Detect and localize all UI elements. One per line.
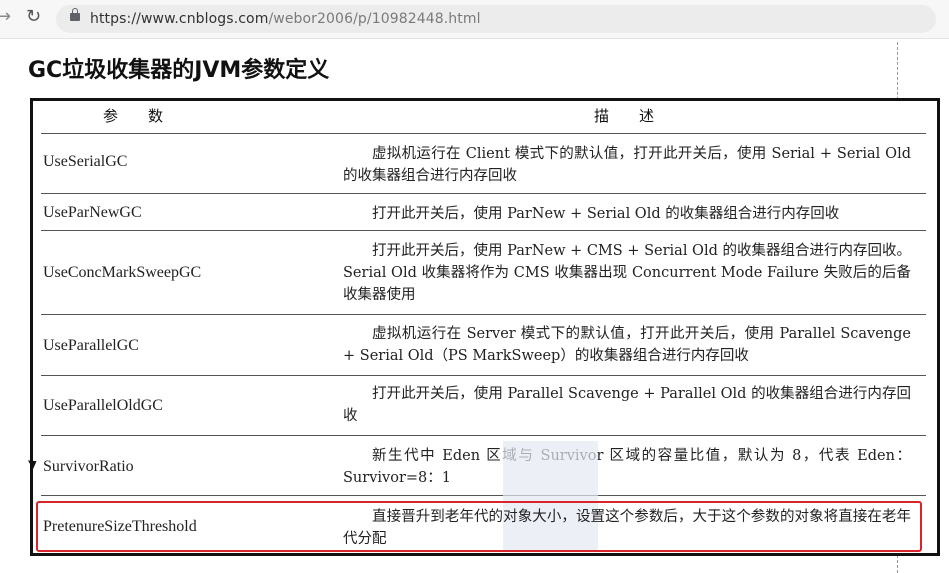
row-divider	[41, 230, 926, 231]
lock-icon	[70, 8, 80, 21]
header-desc: 描 述	[594, 107, 655, 125]
row-divider	[41, 193, 926, 194]
row-divider	[41, 375, 926, 376]
param-name: UseParallelOldGC	[43, 397, 163, 414]
param-name: UseParallelGC	[43, 337, 139, 354]
param-desc: 虚拟机运行在 Client 模式下的默认值，打开此开关后，使用 Serial +…	[343, 146, 911, 184]
row-divider	[41, 435, 926, 436]
reload-icon[interactable]: ↻	[26, 6, 41, 27]
header-param: 参 数	[103, 107, 164, 125]
gc-params-table: 参 数 描 述 UseSerialGC 虚拟机运行在 Client 模式下的默认…	[30, 98, 940, 556]
param-desc: 新生代中 Eden 区域与 Survivor 区域的容量比值，默认为 8，代表 …	[343, 448, 911, 486]
forward-arrow-icon[interactable]: →	[0, 6, 11, 27]
url-text[interactable]: https://www.cnblogs.com/webor2006/p/1098…	[90, 11, 481, 27]
row-divider	[41, 314, 926, 315]
url-path: /webor2006/p/10982448.html	[268, 11, 481, 27]
page-title: GC垃圾收集器的JVM参数定义	[28, 58, 330, 83]
highlight-box	[36, 501, 922, 552]
row-divider	[41, 495, 926, 496]
param-desc: 打开此开关后，使用 ParNew + Serial Old 的收集器组合进行内存…	[372, 206, 840, 222]
param-name: UseSerialGC	[43, 153, 128, 170]
param-name: UseConcMarkSweepGC	[43, 264, 202, 281]
browser-toolbar: → ↻ https://www.cnblogs.com/webor2006/p/…	[0, 0, 949, 39]
param-desc: 虚拟机运行在 Server 模式下的默认值，打开此开关后，使用 Parallel…	[343, 326, 911, 364]
param-desc: 打开此开关后，使用 ParNew + CMS + Serial Old 的收集器…	[343, 243, 911, 303]
url-host: https://www.cnblogs.com	[90, 11, 269, 27]
table-header: 参 数 描 述	[41, 101, 926, 134]
param-name: UseParNewGC	[43, 204, 142, 221]
param-name: SurvivorRatio	[43, 458, 134, 475]
address-bar[interactable]: https://www.cnblogs.com/webor2006/p/1098…	[56, 5, 936, 33]
param-desc: 打开此开关后，使用 Parallel Scavenge + Parallel O…	[343, 386, 911, 424]
